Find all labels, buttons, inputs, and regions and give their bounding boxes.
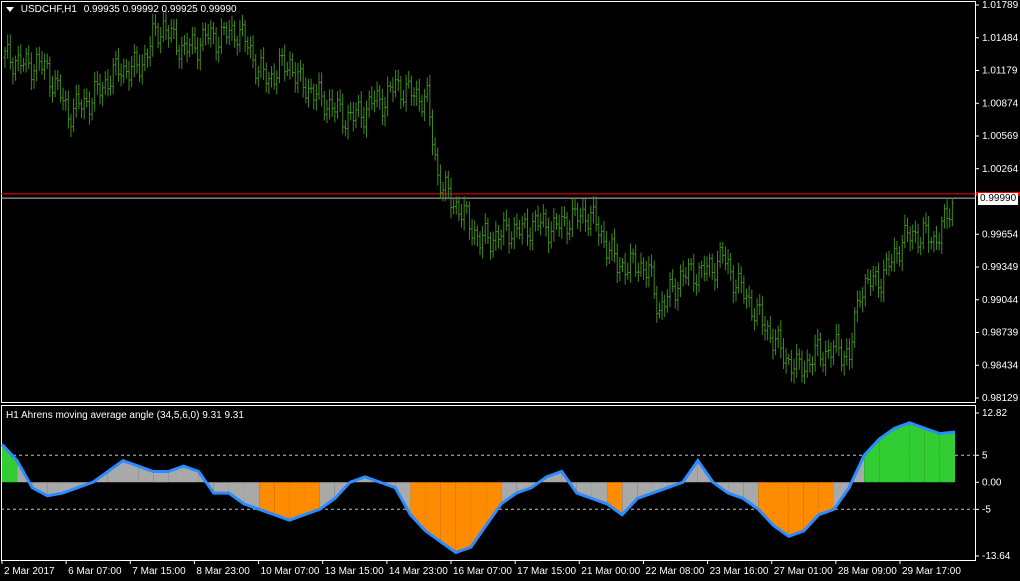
ind-y-tick-label: 0.00 [982, 477, 1002, 488]
ind-y-tick-label: 5 [982, 450, 988, 461]
ind-area-segment [213, 482, 229, 494]
x-tick-label: 7 Mar 15:00 [132, 566, 186, 577]
y-tick-label: 0.98129 [982, 393, 1019, 404]
y-tick-label: 1.01484 [982, 33, 1019, 44]
ind-y-tick-label: -13.64 [982, 551, 1011, 562]
ind-area-segment [622, 482, 638, 515]
ohlc-values: 0.99935 0.99992 0.99925 0.99990 [83, 4, 237, 15]
ind-area-segment [486, 482, 502, 526]
ind-y-tick-label: -5 [982, 504, 991, 515]
y-tick-label: 0.99654 [982, 229, 1019, 240]
indicator-title: H1 Ahrens moving average angle (34,5,6,0… [6, 410, 244, 421]
x-tick-label: 17 Mar 15:00 [517, 566, 576, 577]
x-tick-label: 21 Mar 00:00 [581, 566, 640, 577]
x-tick-label: 22 Mar 08:00 [645, 566, 704, 577]
x-tick-label: 10 Mar 07:00 [261, 566, 320, 577]
x-tick-label: 29 Mar 17:00 [902, 566, 961, 577]
y-tick-label: 1.00874 [982, 98, 1019, 109]
ind-area-segment [924, 428, 940, 483]
ind-area-segment [153, 471, 169, 483]
x-tick-label: 13 Mar 15:00 [325, 566, 384, 577]
x-tick-label: 27 Mar 01:00 [774, 566, 833, 577]
main-title-row: USDCHF,H1 0.99935 0.99992 0.99925 0.9999… [6, 4, 237, 15]
main-panel: 1.01789 1.01484 1.01179 1.00874 1.00569 1.002… [1, 0, 1020, 404]
y-tick-label: 1.00569 [982, 131, 1019, 142]
symbol-title: USDCHF,H1 [20, 4, 77, 15]
x-tick-label: 28 Mar 09:00 [838, 566, 897, 577]
x-tick-label: 2 Mar 2017 [4, 566, 55, 577]
ind-area-segment [894, 422, 910, 483]
y-tick-label: 1.00264 [982, 164, 1019, 175]
ind-area-segment [2, 444, 18, 483]
y-tick-label: 1.01179 [982, 66, 1018, 77]
triangle-down-icon[interactable] [6, 6, 14, 12]
x-tick-label: 6 Mar 07:00 [68, 566, 122, 577]
ind-area-segment [788, 482, 804, 537]
x-tick-label: 16 Mar 07:00 [453, 566, 512, 577]
ind-y-tick-label: 12.82 [982, 408, 1007, 419]
y-tick-label: 0.99349 [982, 262, 1019, 273]
current-price-label: 0.99990 [978, 193, 1018, 205]
y-tick-label: 1.01789 [982, 0, 1019, 11]
ind-area-segment [909, 422, 925, 483]
ind-area-segment [939, 431, 955, 483]
y-tick-label: 0.99044 [982, 295, 1019, 306]
indicator-panel: 12.82 5 0.00 -5 -13.64 2 Mar 2017 6 Mar 07:00 7… [0, 405, 1011, 577]
ind-area-segment [455, 482, 471, 553]
x-tick-label: 14 Mar 23:00 [389, 566, 448, 577]
x-tick-label: 8 Mar 23:00 [196, 566, 250, 577]
y-tick-label: 0.98739 [982, 328, 1019, 339]
x-tick-label: 23 Mar 16:00 [710, 566, 769, 577]
chart-area: 1.01789 1.01484 1.01179 1.00874 1.00569 1.002… [0, 0, 1020, 581]
y-tick-label: 0.98434 [982, 360, 1019, 371]
